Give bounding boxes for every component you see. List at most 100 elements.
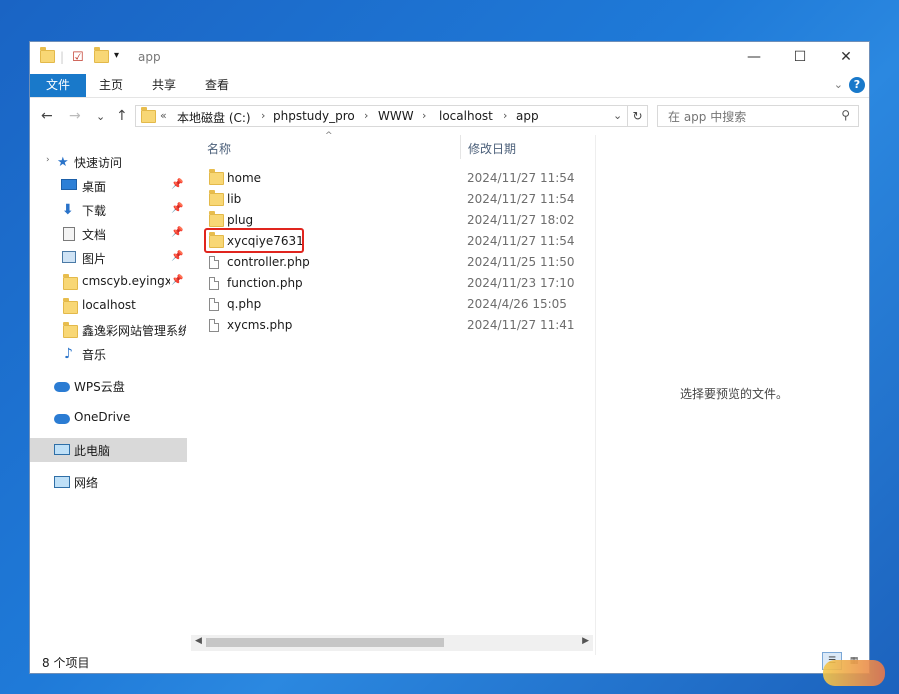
chevron-right-icon[interactable]: › bbox=[364, 109, 368, 122]
file-name: xycms.php bbox=[227, 318, 293, 332]
navigation-pane: › ★ 快速访问 桌面 📌 ⬇ 下载 📌 文档 📌 图片 📌 cmscyb.ey… bbox=[30, 135, 187, 655]
back-button[interactable]: ← bbox=[41, 108, 53, 124]
file-date: 2024/11/27 11:54 bbox=[467, 192, 575, 206]
pin-icon: 📌 bbox=[171, 227, 184, 238]
divider: | bbox=[60, 50, 65, 64]
address-dropdown-icon[interactable]: ⌄ bbox=[613, 109, 622, 122]
table-row[interactable]: q.php 2024/4/26 15:05 bbox=[205, 294, 590, 315]
sidebar-item-music[interactable]: ♪ 音乐 bbox=[30, 342, 187, 366]
file-date: 2024/11/27 11:41 bbox=[467, 318, 575, 332]
sidebar-item-xyc-cms[interactable]: 鑫逸彩网站管理系统 bbox=[30, 318, 187, 342]
sidebar-item-this-pc[interactable]: 此电脑 bbox=[30, 438, 187, 462]
chevron-right-icon[interactable]: › bbox=[503, 109, 507, 122]
sidebar-item-documents[interactable]: 文档 📌 bbox=[30, 222, 187, 246]
tab-view[interactable]: 查看 bbox=[205, 74, 229, 97]
minimize-button[interactable]: — bbox=[731, 42, 777, 72]
tab-home[interactable]: 主页 bbox=[99, 74, 123, 97]
recent-locations-button[interactable]: ⌄ bbox=[96, 110, 105, 123]
file-name: plug bbox=[227, 213, 254, 227]
breadcrumb-overflow-icon[interactable]: « bbox=[160, 109, 167, 122]
folder-icon bbox=[63, 298, 78, 317]
sidebar-item-label: 桌面 bbox=[82, 180, 107, 194]
folder-icon bbox=[63, 274, 78, 293]
file-name: home bbox=[227, 171, 262, 185]
tab-share[interactable]: 共享 bbox=[152, 74, 176, 97]
tab-file[interactable]: 文件 bbox=[30, 74, 86, 97]
star-icon: ★ bbox=[57, 155, 69, 170]
properties-icon[interactable]: ☑ bbox=[72, 50, 84, 66]
picture-icon bbox=[62, 251, 76, 266]
forward-button[interactable]: → bbox=[69, 108, 81, 124]
help-icon[interactable]: ? bbox=[849, 77, 865, 93]
sidebar-item-quick-access[interactable]: › ★ 快速访问 bbox=[30, 150, 187, 174]
file-name: controller.php bbox=[227, 255, 310, 269]
sidebar-item-localhost[interactable]: localhost bbox=[30, 294, 187, 318]
breadcrumb-item[interactable]: WWW bbox=[378, 109, 414, 123]
download-icon: ⬇ bbox=[62, 202, 74, 218]
breadcrumb-item[interactable]: localhost bbox=[439, 109, 493, 123]
cloud-icon bbox=[54, 381, 70, 395]
search-input[interactable] bbox=[666, 108, 830, 126]
table-row[interactable]: home 2024/11/27 11:54 bbox=[205, 168, 590, 189]
preview-pane: 选择要预览的文件。 bbox=[595, 135, 870, 655]
address-bar[interactable]: « 本地磁盘 (C:) › phpstudy_pro › WWW › local… bbox=[135, 105, 628, 127]
file-date: 2024/11/23 17:10 bbox=[467, 276, 575, 290]
chevron-right-icon[interactable]: › bbox=[422, 109, 426, 122]
explorer-window: | ☑ ▾ app — ☐ ✕ 文件 主页 共享 查看 ⌄ ? ← → ⌄ ↑ … bbox=[29, 41, 870, 674]
pin-icon: 📌 bbox=[171, 275, 184, 286]
search-icon[interactable]: ⚲ bbox=[841, 108, 850, 122]
table-row[interactable]: lib 2024/11/27 11:54 bbox=[205, 189, 590, 210]
file-icon bbox=[209, 256, 219, 272]
pin-icon: 📌 bbox=[171, 251, 184, 262]
status-item-count: 8 个项目 bbox=[42, 656, 90, 670]
file-date: 2024/4/26 15:05 bbox=[467, 297, 567, 311]
cloud-icon bbox=[54, 413, 70, 427]
table-row[interactable]: controller.php 2024/11/25 11:50 bbox=[205, 252, 590, 273]
search-box[interactable]: ⚲ bbox=[657, 105, 859, 127]
breadcrumb-item[interactable]: phpstudy_pro bbox=[273, 109, 355, 123]
column-divider[interactable] bbox=[460, 135, 461, 159]
sidebar-item-desktop[interactable]: 桌面 📌 bbox=[30, 174, 187, 198]
sidebar-item-onedrive[interactable]: OneDrive bbox=[30, 406, 187, 430]
sidebar-item-label: 图片 bbox=[82, 252, 107, 266]
sidebar-item-pictures[interactable]: 图片 📌 bbox=[30, 246, 187, 270]
sidebar-item-network[interactable]: 网络 bbox=[30, 470, 187, 494]
horizontal-scrollbar[interactable]: ◀ ▶ bbox=[191, 635, 593, 651]
up-button[interactable]: ↑ bbox=[116, 108, 128, 124]
breadcrumb-item[interactable]: app bbox=[516, 109, 539, 123]
close-button[interactable]: ✕ bbox=[823, 42, 869, 72]
ribbon-expand-icon[interactable]: ⌄ bbox=[834, 78, 843, 91]
sidebar-item-label: 此电脑 bbox=[74, 444, 111, 458]
file-icon bbox=[209, 277, 219, 293]
scroll-right-icon[interactable]: ▶ bbox=[582, 636, 589, 646]
refresh-button[interactable]: ↻ bbox=[628, 105, 648, 127]
preview-message: 选择要预览的文件。 bbox=[680, 387, 789, 401]
table-row[interactable]: function.php 2024/11/23 17:10 bbox=[205, 273, 590, 294]
sidebar-item-downloads[interactable]: ⬇ 下载 📌 bbox=[30, 198, 187, 222]
table-row[interactable]: xycms.php 2024/11/27 11:41 bbox=[205, 315, 590, 336]
desktop-icon bbox=[61, 179, 77, 193]
scrollbar-thumb[interactable] bbox=[206, 638, 444, 647]
breadcrumb-item[interactable]: 本地磁盘 (C:) bbox=[177, 109, 251, 126]
sort-ascending-icon[interactable]: ^ bbox=[325, 131, 333, 141]
sidebar-item-label: 下载 bbox=[82, 204, 107, 218]
computer-icon bbox=[54, 444, 70, 458]
sidebar-item-label: WPS云盘 bbox=[74, 380, 125, 394]
file-date: 2024/11/27 11:54 bbox=[467, 234, 575, 248]
new-folder-icon[interactable] bbox=[94, 47, 109, 66]
watermark-logo bbox=[823, 660, 885, 686]
pin-icon: 📌 bbox=[171, 179, 184, 190]
sidebar-item-cmscyb[interactable]: cmscyb.eyingxi 📌 bbox=[30, 270, 187, 294]
navigation-bar: ← → ⌄ ↑ « 本地磁盘 (C:) › phpstudy_pro › WWW… bbox=[30, 98, 869, 134]
quick-access-dropdown-icon[interactable]: ▾ bbox=[114, 50, 119, 66]
column-header-name[interactable]: 名称 bbox=[207, 140, 231, 157]
file-date: 2024/11/25 11:50 bbox=[467, 255, 575, 269]
file-date: 2024/11/27 18:02 bbox=[467, 213, 575, 227]
chevron-right-icon[interactable]: › bbox=[261, 109, 265, 122]
music-icon: ♪ bbox=[64, 346, 73, 362]
maximize-button[interactable]: ☐ bbox=[777, 42, 823, 72]
chevron-right-icon[interactable]: › bbox=[46, 155, 50, 165]
column-header-modified[interactable]: 修改日期 bbox=[468, 140, 516, 157]
scroll-left-icon[interactable]: ◀ bbox=[195, 636, 202, 646]
sidebar-item-wps-cloud[interactable]: WPS云盘 bbox=[30, 374, 187, 398]
